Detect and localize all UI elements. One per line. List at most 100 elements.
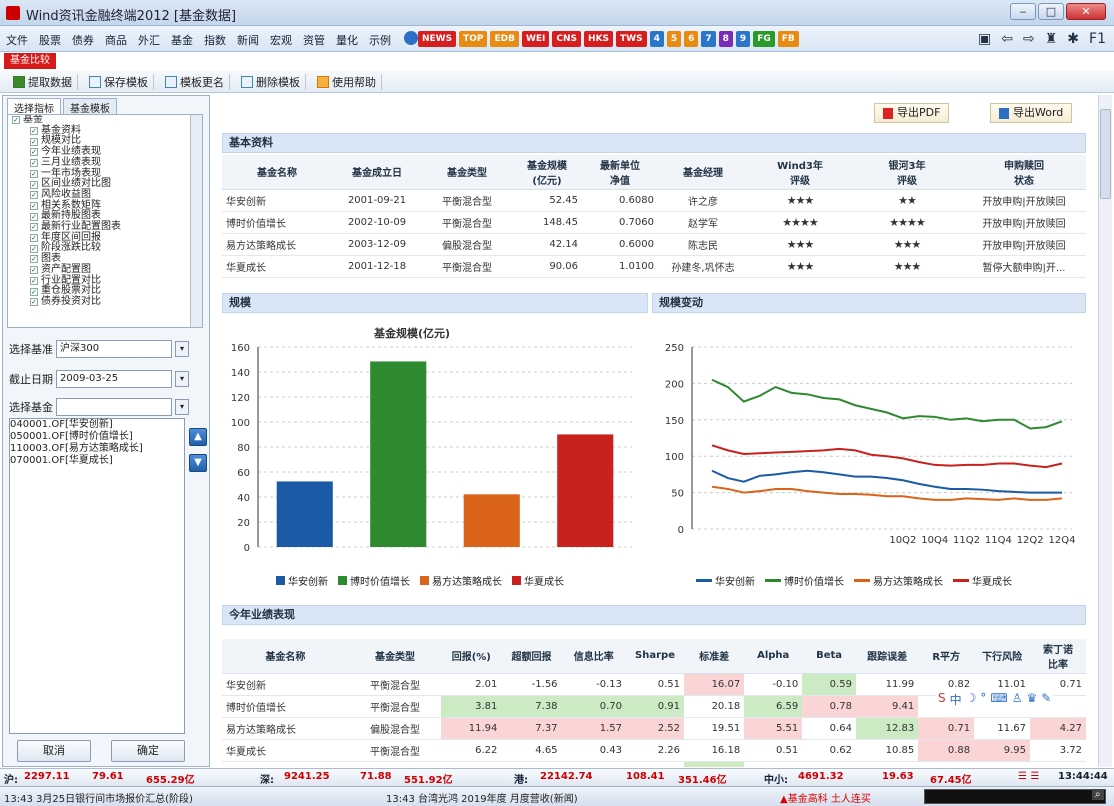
checkbox-icon[interactable]: ✓ <box>30 148 38 157</box>
forward-arrow-icon[interactable]: ⇨ <box>1023 31 1035 47</box>
nav-back-icon[interactable] <box>404 31 418 45</box>
fund-list-item[interactable]: 040001.OF[华安创新] <box>10 419 184 431</box>
menu-item[interactable]: 基金 <box>171 32 193 48</box>
function-badge[interactable]: CNS <box>552 31 582 47</box>
checkbox-icon[interactable]: ✓ <box>30 266 38 275</box>
help-button[interactable]: 使用帮助 <box>312 74 382 90</box>
menu-item[interactable]: 资管 <box>303 32 325 48</box>
function-badge[interactable]: EDB <box>490 31 519 47</box>
tree-item[interactable]: ✓ 区间业绩对比图 <box>8 179 202 190</box>
function-badge[interactable]: WEI <box>521 31 550 47</box>
checkbox-icon[interactable]: ✓ <box>12 116 20 125</box>
menu-item[interactable]: 商品 <box>105 32 127 48</box>
ime-logo-icon[interactable]: S <box>938 691 946 708</box>
news-item[interactable]: 13:43 3月25日银行间市场报价汇总(阶段) <box>4 790 193 805</box>
checkbox-icon[interactable]: ✓ <box>30 287 38 296</box>
checkbox-icon[interactable]: ✓ <box>30 223 38 232</box>
function-badge[interactable]: NEWS <box>418 31 457 47</box>
ime-moon-icon[interactable]: ☽ <box>966 691 977 708</box>
scroll-thumb[interactable] <box>1100 109 1111 199</box>
search-icon[interactable]: ⌕ <box>1092 789 1104 800</box>
checkbox-icon[interactable]: ✓ <box>30 137 38 146</box>
ime-punct-icon[interactable]: ° <box>980 691 986 708</box>
help-key[interactable]: F1 <box>1089 31 1106 47</box>
tree-item[interactable]: ✓ 基金资料 <box>8 125 202 137</box>
checkbox-icon[interactable]: ✓ <box>30 180 38 189</box>
tree-item[interactable]: ✓ 最新行业配置图表 <box>8 221 202 233</box>
settings-icon[interactable]: ✱ <box>1067 31 1079 47</box>
date-dropdown-icon[interactable]: ▾ <box>175 371 189 387</box>
close-button[interactable]: ✕ <box>1066 3 1106 20</box>
extract-data-button[interactable]: 提取数据 <box>8 74 78 90</box>
function-badge[interactable]: 7 <box>701 31 716 47</box>
quote-toggle-icon[interactable]: ☰ ☰ <box>1018 771 1039 782</box>
tree-item[interactable]: ✓ 重仓股票对比 <box>8 286 202 297</box>
news-search-input[interactable] <box>924 789 1106 804</box>
checkbox-icon[interactable]: ✓ <box>30 169 38 178</box>
fund-list-item[interactable]: 110003.OF[易方达策略成长] <box>10 443 184 455</box>
menu-item[interactable]: 文件 <box>6 32 28 48</box>
ime-user-icon[interactable]: ♙ <box>1012 691 1023 708</box>
menu-item[interactable]: 量化 <box>336 32 358 48</box>
fund-dropdown-icon[interactable]: ▾ <box>175 399 189 415</box>
move-up-icon[interactable]: ▲ <box>189 428 207 446</box>
ime-tools-icon[interactable]: ✎ <box>1041 691 1051 708</box>
back-arrow-icon[interactable]: ⇦ <box>1001 31 1013 47</box>
menu-item[interactable]: 宏观 <box>270 32 292 48</box>
benchmark-input[interactable]: 沪深300 <box>56 340 172 358</box>
menu-item[interactable]: 股票 <box>39 32 61 48</box>
function-badge[interactable]: 8 <box>718 31 733 47</box>
checkbox-icon[interactable]: ✓ <box>30 234 38 243</box>
tree-item[interactable]: ✓ 图表 <box>8 253 202 265</box>
ime-skin-icon[interactable]: ♛ <box>1027 691 1038 708</box>
checkbox-icon[interactable]: ✓ <box>30 298 38 307</box>
checkbox-icon[interactable]: ✓ <box>30 127 38 136</box>
ime-keyboard-icon[interactable]: ⌨ <box>990 691 1007 708</box>
tree-item[interactable]: ✓ 债券投资对比 <box>8 296 202 308</box>
function-badge[interactable]: HKS <box>584 31 614 47</box>
tree-item[interactable]: ✓ 风险收益图 <box>8 189 202 201</box>
function-badge[interactable]: 9 <box>735 31 751 47</box>
tree-item[interactable]: ✓ 资产配置图 <box>8 264 202 276</box>
function-badge[interactable]: TWS <box>616 31 647 47</box>
menu-item[interactable]: 示例 <box>369 32 391 48</box>
rename-template-button[interactable]: 模板更名 <box>160 74 230 90</box>
fund-list-item[interactable]: 050001.OF[博时价值增长] <box>10 431 184 443</box>
tree-item[interactable]: ✓ 基金 <box>8 115 202 126</box>
news-item[interactable]: 13:43 台湾光鸿 2019年度 月度营收(新闻) <box>386 790 578 805</box>
menu-item[interactable]: 指数 <box>204 32 226 48</box>
tree-item[interactable]: ✓ 相关系数矩阵 <box>8 200 202 212</box>
fund-search-input[interactable] <box>56 398 172 416</box>
minimize-button[interactable]: ‒ <box>1010 3 1036 20</box>
menu-item[interactable]: 外汇 <box>138 32 160 48</box>
ime-chinese-icon[interactable]: 中 <box>950 691 962 708</box>
function-badge[interactable]: 4 <box>649 31 664 47</box>
checkbox-icon[interactable]: ✓ <box>30 191 38 200</box>
export-word-button[interactable]: 导出Word <box>990 103 1073 123</box>
benchmark-dropdown-icon[interactable]: ▾ <box>175 341 189 357</box>
checkbox-icon[interactable]: ✓ <box>30 159 38 168</box>
checkbox-icon[interactable]: ✓ <box>30 255 38 264</box>
function-badge[interactable]: TOP <box>459 31 488 47</box>
tree-item[interactable]: ✓ 阶段涨跌比较 <box>8 243 202 254</box>
fund-list-item[interactable]: 070001.OF[华夏成长] <box>10 455 184 467</box>
tree-item[interactable]: ✓ 行业配置对比 <box>8 275 202 287</box>
checkbox-icon[interactable]: ✓ <box>30 212 38 221</box>
checkbox-icon[interactable]: ✓ <box>30 201 38 210</box>
function-badge[interactable]: FG <box>753 31 775 47</box>
tree-scrollbar[interactable] <box>190 115 202 327</box>
tree-item[interactable]: ✓ 三月业绩表现 <box>8 157 202 169</box>
tree-item[interactable]: ✓ 规模对比 <box>8 136 202 147</box>
main-scrollbar[interactable] <box>1098 95 1112 767</box>
cancel-button[interactable]: 取消 <box>17 740 91 762</box>
news-alert[interactable]: ▲基金高科 土人连买 <box>780 790 871 805</box>
tree-item[interactable]: ✓ 今年业绩表现 <box>8 146 202 158</box>
move-down-icon[interactable]: ▼ <box>189 454 207 472</box>
menu-item[interactable]: 债券 <box>72 32 94 48</box>
tree-item[interactable]: ✓ 年度区间回报 <box>8 232 202 244</box>
maximize-button[interactable]: □ <box>1038 3 1064 20</box>
checkbox-icon[interactable]: ✓ <box>30 276 38 285</box>
date-input[interactable]: 2009-03-25 <box>56 370 172 388</box>
save-template-button[interactable]: 保存模板 <box>84 74 154 90</box>
delete-template-button[interactable]: 删除模板 <box>236 74 306 90</box>
